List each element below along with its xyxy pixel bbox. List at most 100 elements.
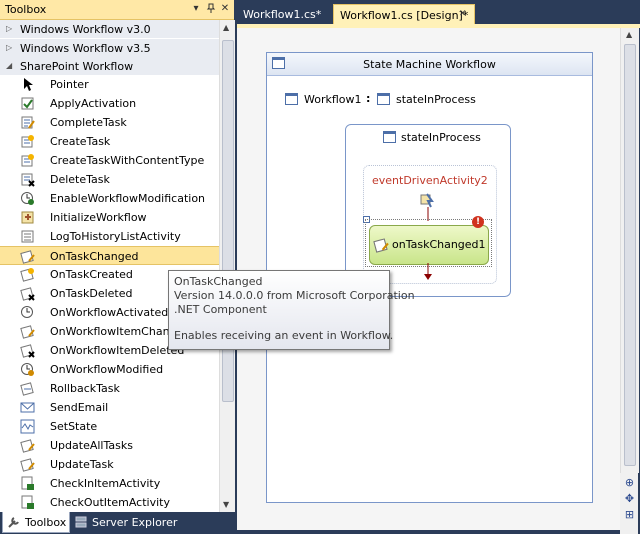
toolbox-item-setstate[interactable]: SetState bbox=[0, 417, 219, 436]
tooltip-component: .NET Component bbox=[174, 303, 267, 316]
scroll-up-icon[interactable]: ▲ bbox=[223, 23, 229, 32]
pan-icon[interactable]: ✥ bbox=[623, 492, 636, 505]
item-label: SetState bbox=[50, 420, 98, 433]
pin-icon[interactable] bbox=[205, 3, 217, 16]
fit-to-screen-icon[interactable]: ⊞ bbox=[623, 508, 636, 521]
create-task-icon bbox=[21, 135, 34, 148]
toolbox-item-checkinitemactivity[interactable]: CheckInItemActivity bbox=[0, 474, 219, 493]
collapse-arrow-icon: ◢ bbox=[6, 61, 13, 70]
tab-label: Server Explorer bbox=[92, 516, 178, 529]
item-label: CompleteTask bbox=[50, 116, 127, 129]
toolbox-scrollbar[interactable]: ▲ ▼ bbox=[219, 20, 235, 512]
document-tab-strip: Workflow1.cs* Workflow1.cs [Design]* ✕ bbox=[237, 0, 640, 25]
window-position-dropdown-icon[interactable]: ▾ bbox=[190, 3, 202, 14]
close-icon[interactable]: ✕ bbox=[219, 3, 231, 14]
toolbox-item-completetask[interactable]: CompleteTask bbox=[0, 113, 219, 132]
activity-label: onTaskChanged1 bbox=[392, 238, 486, 251]
workflow-name-link[interactable]: Workflow1 bbox=[304, 93, 362, 106]
event-driven-label: eventDrivenActivity2 bbox=[372, 174, 488, 187]
item-label: OnTaskChanged bbox=[50, 250, 139, 263]
item-label: OnWorkflowActivated bbox=[50, 306, 169, 319]
on-workflow-modified-icon bbox=[21, 363, 34, 376]
group-windows-workflow-v35[interactable]: ▷ Windows Workflow v3.5 bbox=[0, 39, 219, 58]
toolbox-item-createtaskwithcontenttype[interactable]: CreateTaskWithContentType bbox=[0, 151, 219, 170]
expand-arrow-icon: ▷ bbox=[6, 24, 13, 33]
rollback-task-icon bbox=[20, 382, 34, 396]
workflow-title: State Machine Workflow bbox=[363, 58, 496, 71]
item-label: OnTaskCreated bbox=[50, 268, 133, 281]
on-task-deleted-icon bbox=[20, 287, 35, 301]
tooltip-description: Enables receiving an event in Workflow. bbox=[174, 329, 394, 342]
toolbox-item-initializeworkflow[interactable]: InitializeWorkflow bbox=[0, 208, 219, 227]
toolbox-item-deletetask[interactable]: DeleteTask bbox=[0, 170, 219, 189]
toolbox-item-sendemail[interactable]: SendEmail bbox=[0, 398, 219, 417]
item-label: Pointer bbox=[50, 78, 89, 91]
tab-workflow1-cs-design[interactable]: Workflow1.cs [Design]* ✕ bbox=[333, 4, 475, 25]
toolbox-item-updatealltasks[interactable]: UpdateAllTasks bbox=[0, 436, 219, 455]
item-label: CheckInItemActivity bbox=[50, 477, 161, 490]
on-workflow-item-deleted-icon bbox=[20, 344, 35, 358]
toolbox-item-updatetask[interactable]: UpdateTask bbox=[0, 455, 219, 474]
current-state-link[interactable]: stateInProcess bbox=[396, 93, 476, 106]
on-task-changed-icon bbox=[20, 250, 35, 264]
toolbox-item-checkoutitemactivity[interactable]: CheckOutItemActivity bbox=[0, 493, 219, 512]
scroll-up-icon[interactable]: ▲ bbox=[626, 30, 632, 39]
tab-server-explorer[interactable]: Server Explorer bbox=[72, 512, 177, 532]
item-label: OnWorkflowItemDeleted bbox=[50, 344, 185, 357]
group-sharepoint-workflow[interactable]: ◢ SharePoint Workflow bbox=[0, 57, 219, 76]
toolbox-item-enableworkflowmodification[interactable]: EnableWorkflowModification bbox=[0, 189, 219, 208]
item-label: UpdateAllTasks bbox=[50, 439, 133, 452]
tooltip-version: Version 14.0.0.0 from Microsoft Corporat… bbox=[174, 289, 415, 302]
item-label: InitializeWorkflow bbox=[50, 211, 147, 224]
complete-task-icon bbox=[21, 116, 35, 129]
delete-task-icon bbox=[21, 173, 35, 187]
error-indicator-icon[interactable]: ! bbox=[472, 216, 484, 228]
toolbox-item-pointer[interactable]: Pointer bbox=[0, 75, 219, 94]
item-label: SendEmail bbox=[50, 401, 109, 414]
zoom-icon[interactable]: ⊕ bbox=[623, 476, 636, 489]
tab-close-icon[interactable]: ✕ bbox=[459, 9, 467, 19]
pointer-icon bbox=[24, 78, 33, 91]
item-label: OnWorkflowItemChange bbox=[50, 325, 184, 338]
tab-label: Workflow1.cs [Design]* bbox=[340, 9, 469, 22]
toolbox-item-logtohistorylistactivity[interactable]: LogToHistoryListActivity bbox=[0, 227, 219, 246]
scroll-down-icon[interactable]: ▼ bbox=[223, 500, 229, 509]
enable-workflow-modification-icon bbox=[21, 192, 34, 205]
initialize-workflow-icon bbox=[21, 211, 34, 224]
on-task-created-icon bbox=[20, 268, 34, 282]
expand-arrow-icon: ▷ bbox=[6, 43, 13, 52]
state-title: stateInProcess bbox=[401, 131, 481, 144]
log-history-icon bbox=[21, 230, 34, 243]
tab-label: Workflow1.cs* bbox=[243, 8, 322, 21]
state-node-icon bbox=[377, 93, 390, 105]
group-label: SharePoint Workflow bbox=[20, 60, 134, 73]
toolbox-item-applyactivation[interactable]: ApplyActivation bbox=[0, 94, 219, 113]
arrow-down-icon bbox=[424, 263, 432, 280]
toolbox-item-rollbacktask[interactable]: RollbackTask bbox=[0, 379, 219, 398]
item-label: LogToHistoryListActivity bbox=[50, 230, 181, 243]
toolbox-item-createtask[interactable]: CreateTask bbox=[0, 132, 219, 151]
group-windows-workflow-v30[interactable]: ▷ Windows Workflow v3.0 bbox=[0, 20, 219, 39]
toolbox-item-onworkflowmodified[interactable]: OnWorkflowModified bbox=[0, 360, 219, 379]
update-all-tasks-icon bbox=[20, 439, 35, 453]
item-label: DeleteTask bbox=[50, 173, 110, 186]
group-label: Windows Workflow v3.0 bbox=[20, 23, 151, 36]
toolbox-wrench-icon bbox=[8, 517, 19, 528]
workflow-node-icon bbox=[285, 93, 298, 105]
designer-toolbar: ⊕ ✥ ⊞ bbox=[620, 473, 638, 534]
scrollbar-thumb[interactable] bbox=[624, 44, 636, 466]
designer-scrollbar[interactable]: ▲ bbox=[620, 28, 639, 473]
toolbox-item-ontaskchanged[interactable]: OnTaskChanged bbox=[0, 246, 219, 265]
item-label: RollbackTask bbox=[50, 382, 120, 395]
tooltip-title: OnTaskChanged bbox=[174, 275, 263, 288]
tab-toolbox[interactable]: Toolbox bbox=[2, 512, 70, 533]
tab-label: Toolbox bbox=[25, 516, 67, 529]
send-email-icon bbox=[20, 402, 35, 413]
workflow-header: State Machine Workflow bbox=[267, 53, 592, 76]
activity-ontaskchanged1[interactable]: onTaskChanged1 bbox=[369, 225, 489, 265]
state-icon bbox=[383, 131, 396, 143]
item-label: CreateTask bbox=[50, 135, 111, 148]
item-label: CheckOutItemActivity bbox=[50, 496, 170, 509]
tab-workflow1-cs[interactable]: Workflow1.cs* bbox=[237, 4, 327, 24]
bottom-tab-strip: Toolbox Server Explorer bbox=[0, 512, 234, 534]
